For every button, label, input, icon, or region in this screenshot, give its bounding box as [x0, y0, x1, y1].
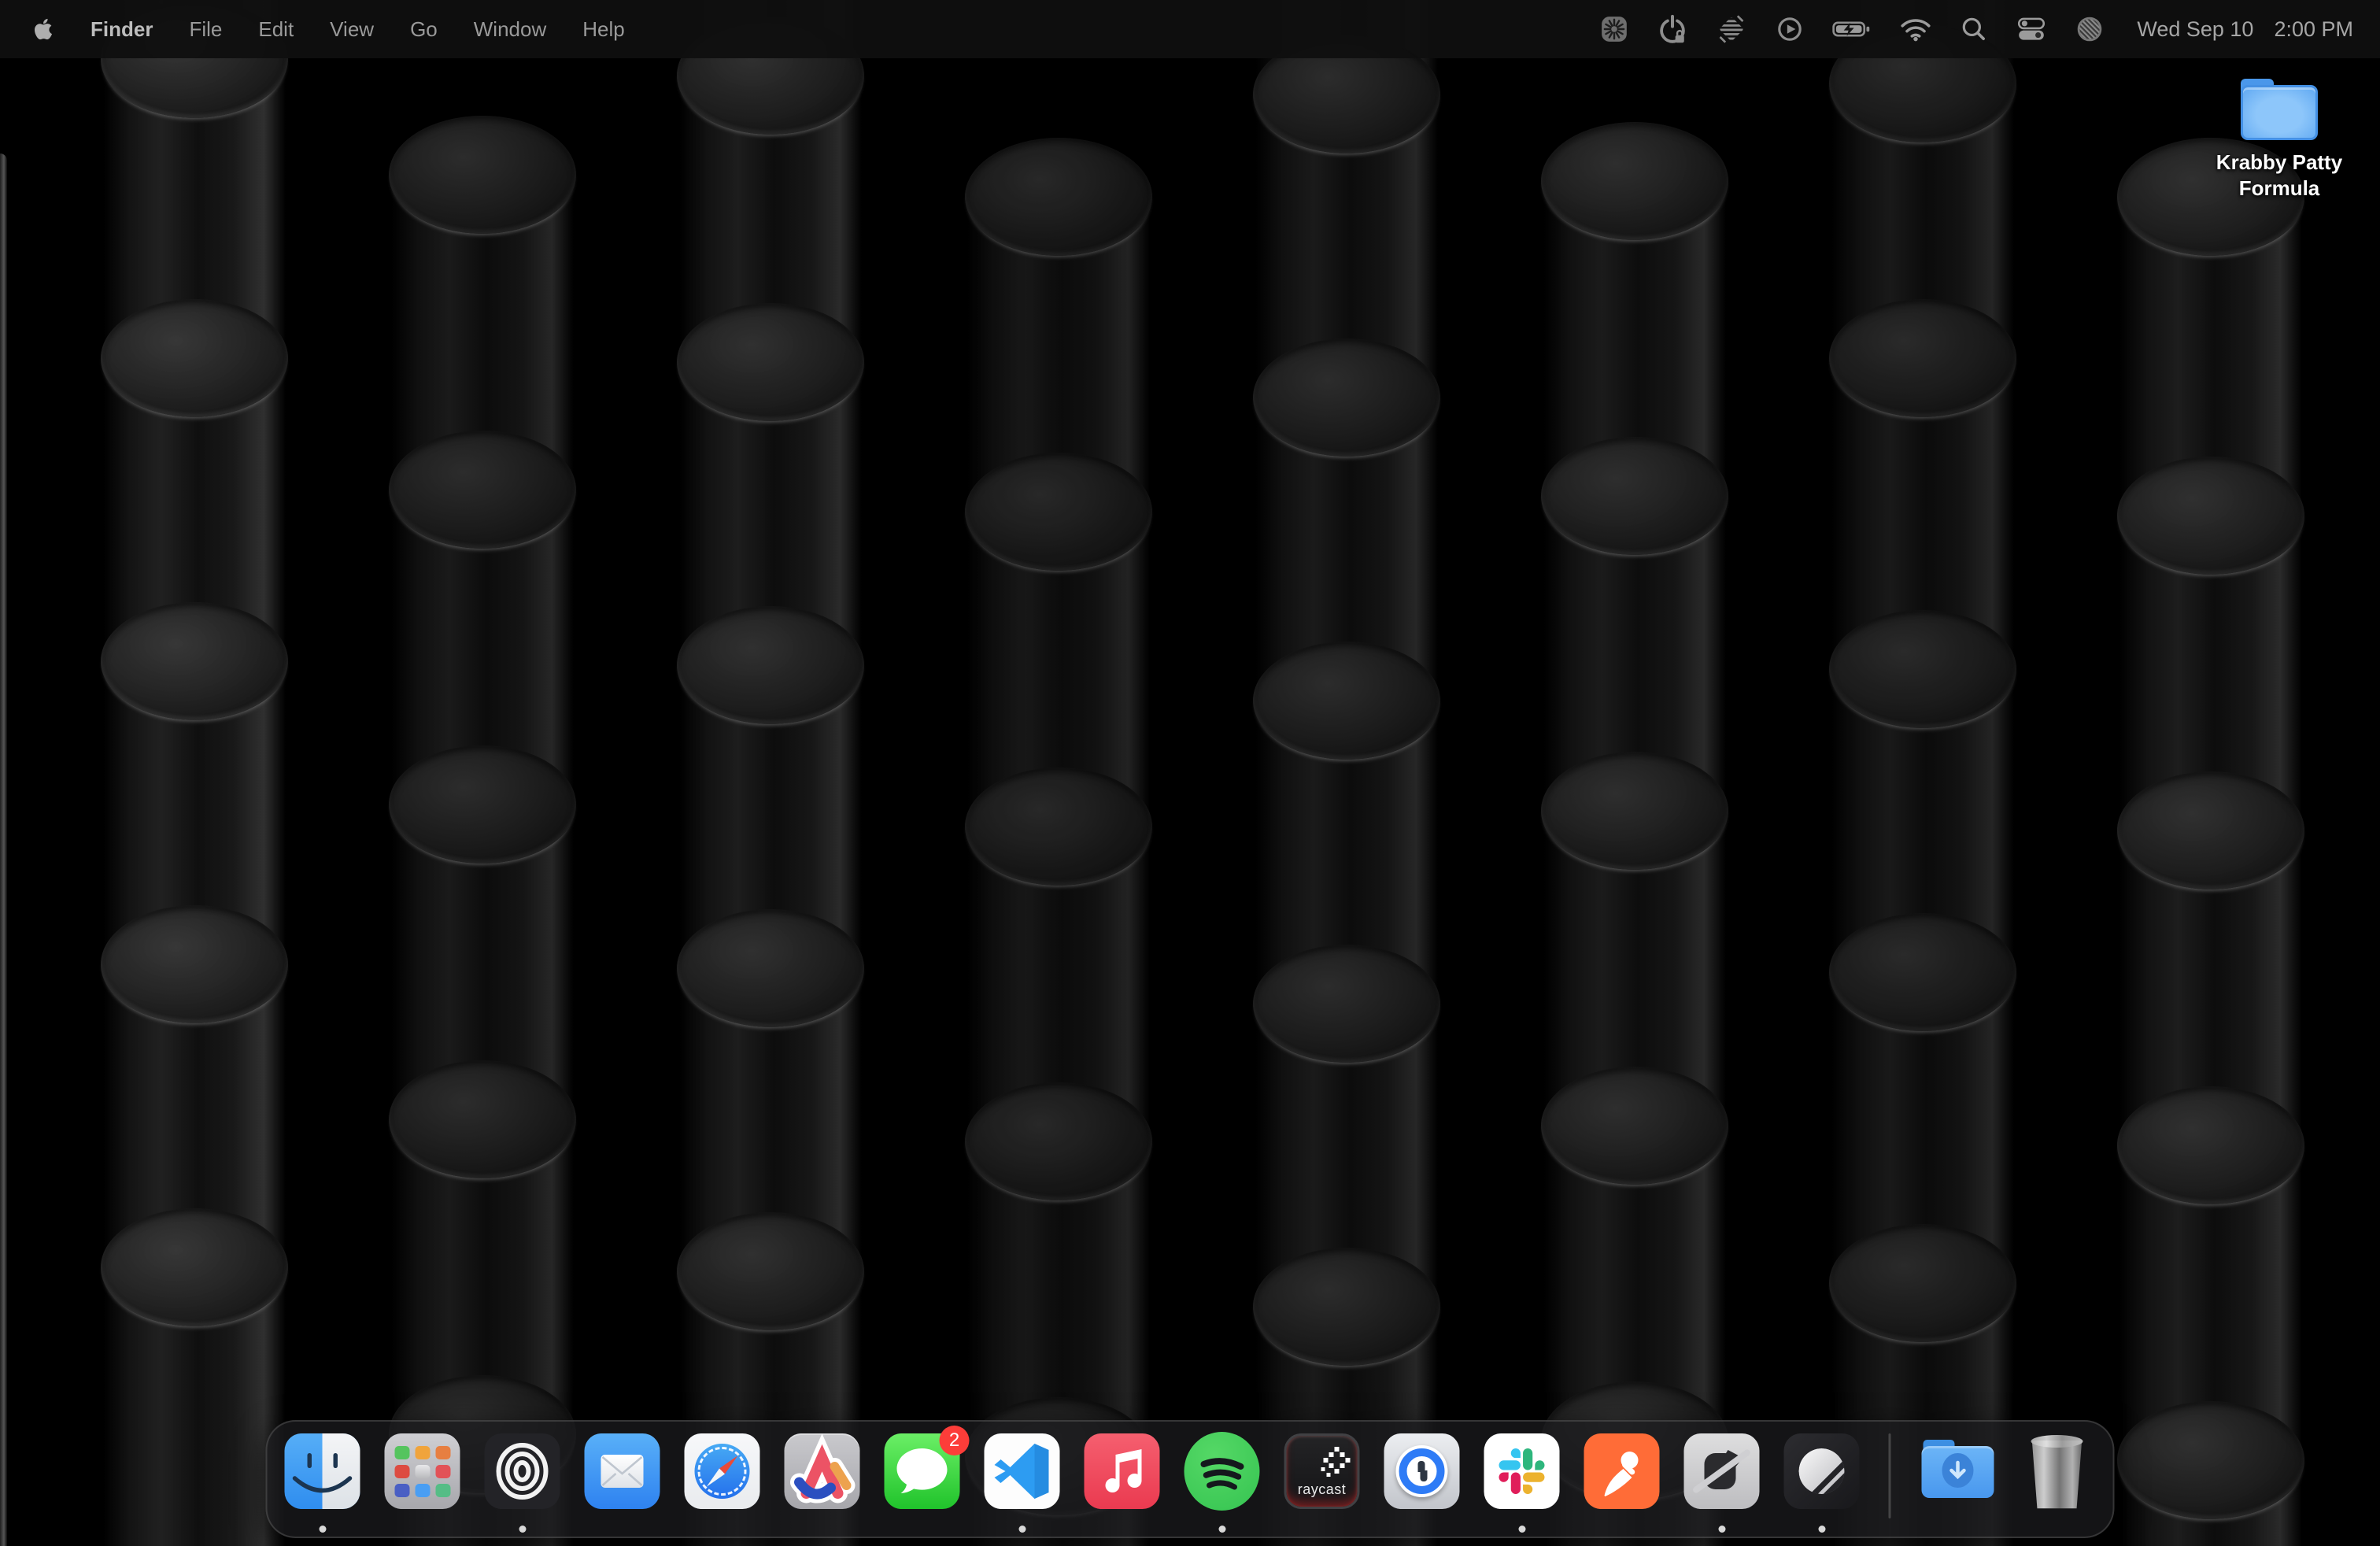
linear-icon: [1784, 1433, 1860, 1509]
mail-icon: [585, 1433, 660, 1509]
dock-item-safari[interactable]: [685, 1433, 760, 1509]
dock-item-orbstack[interactable]: [485, 1433, 560, 1509]
vscode-icon: [985, 1433, 1060, 1509]
now-playing-icon[interactable]: [1775, 0, 1805, 58]
clock-date: Wed Sep 10: [2137, 17, 2253, 42]
postman-icon: [1584, 1433, 1660, 1509]
menu-item-edit[interactable]: Edit: [240, 0, 312, 58]
dock-item-finder[interactable]: [285, 1433, 360, 1509]
menu-item-view[interactable]: View: [312, 0, 392, 58]
menu-item-window[interactable]: Window: [456, 0, 564, 58]
dock-item-downloads[interactable]: [1920, 1433, 1996, 1509]
desktop-folder-label: Krabby Patty Formula: [2208, 150, 2350, 202]
dock-item-raycast[interactable]: raycast: [1284, 1433, 1360, 1509]
dock-item-spotify[interactable]: [1184, 1433, 1260, 1509]
power-lock-menu-icon[interactable]: [1657, 0, 1688, 58]
menu-bar-clock[interactable]: Wed Sep 10 2:00 PM: [2137, 17, 2353, 42]
dock-item-trash[interactable]: [2020, 1433, 2096, 1509]
desktop-folder-krabby-patty-formula[interactable]: Krabby Patty Formula: [2208, 79, 2350, 202]
trash-icon: [2031, 1441, 2083, 1510]
menu-item-go[interactable]: Go: [392, 0, 456, 58]
menu-bar-left: Finder File Edit View Go Window Help: [33, 0, 643, 58]
menu-item-file[interactable]: File: [171, 0, 240, 58]
dock-divider: [1889, 1433, 1891, 1518]
control-center-icon[interactable]: [2016, 0, 2047, 58]
spotlight-search-icon[interactable]: [1960, 0, 1988, 58]
hatched-diamond-menu-icon[interactable]: [1716, 0, 1747, 58]
dock-item-messages[interactable]: 2: [885, 1433, 960, 1509]
lens-menu-icon[interactable]: [2075, 0, 2105, 58]
clock-time: 2:00 PM: [2274, 17, 2353, 42]
slack-icon: [1484, 1433, 1560, 1509]
downloads-folder-icon: [1920, 1433, 1996, 1509]
dock-item-music[interactable]: [1085, 1433, 1160, 1509]
orbstack-icon: [485, 1433, 560, 1509]
dock-item-slack[interactable]: [1484, 1433, 1560, 1509]
dock-item-postman[interactable]: [1584, 1433, 1660, 1509]
dock-item-vscode[interactable]: [985, 1433, 1060, 1509]
dock: 2 raycast: [266, 1420, 2115, 1538]
wallpaper: [0, 0, 2380, 1546]
dock-item-1password[interactable]: [1384, 1433, 1460, 1509]
dia-icon: [1684, 1433, 1760, 1509]
macos-desktop: Finder File Edit View Go Window Help: [0, 0, 2380, 1546]
dock-item-launchpad[interactable]: [385, 1433, 460, 1509]
menu-bar: Finder File Edit View Go Window Help: [0, 0, 2380, 58]
battery-charging-icon[interactable]: [1832, 0, 1872, 58]
apple-music-icon: [1085, 1433, 1160, 1509]
notification-badge: 2: [940, 1426, 970, 1455]
dock-item-linear[interactable]: [1784, 1433, 1860, 1509]
menu-item-help[interactable]: Help: [564, 0, 642, 58]
safari-icon: [685, 1433, 760, 1509]
folder-icon: [2241, 79, 2318, 142]
menu-bar-status: Wed Sep 10 2:00 PM: [1599, 0, 2353, 58]
apple-menu-icon[interactable]: [33, 17, 54, 41]
menu-item-finder[interactable]: Finder: [72, 0, 171, 58]
wifi-icon[interactable]: [1899, 0, 1932, 58]
raycast-label: raycast: [1287, 1481, 1358, 1498]
launchpad-icon: [385, 1433, 460, 1509]
sunburst-menu-icon[interactable]: [1599, 0, 1629, 58]
dock-item-mail[interactable]: [585, 1433, 660, 1509]
dock-item-arc[interactable]: [785, 1433, 860, 1509]
dock-item-dia[interactable]: [1684, 1433, 1760, 1509]
1password-icon: [1384, 1433, 1460, 1509]
raycast-icon: raycast: [1284, 1433, 1360, 1509]
finder-icon: [285, 1433, 360, 1509]
